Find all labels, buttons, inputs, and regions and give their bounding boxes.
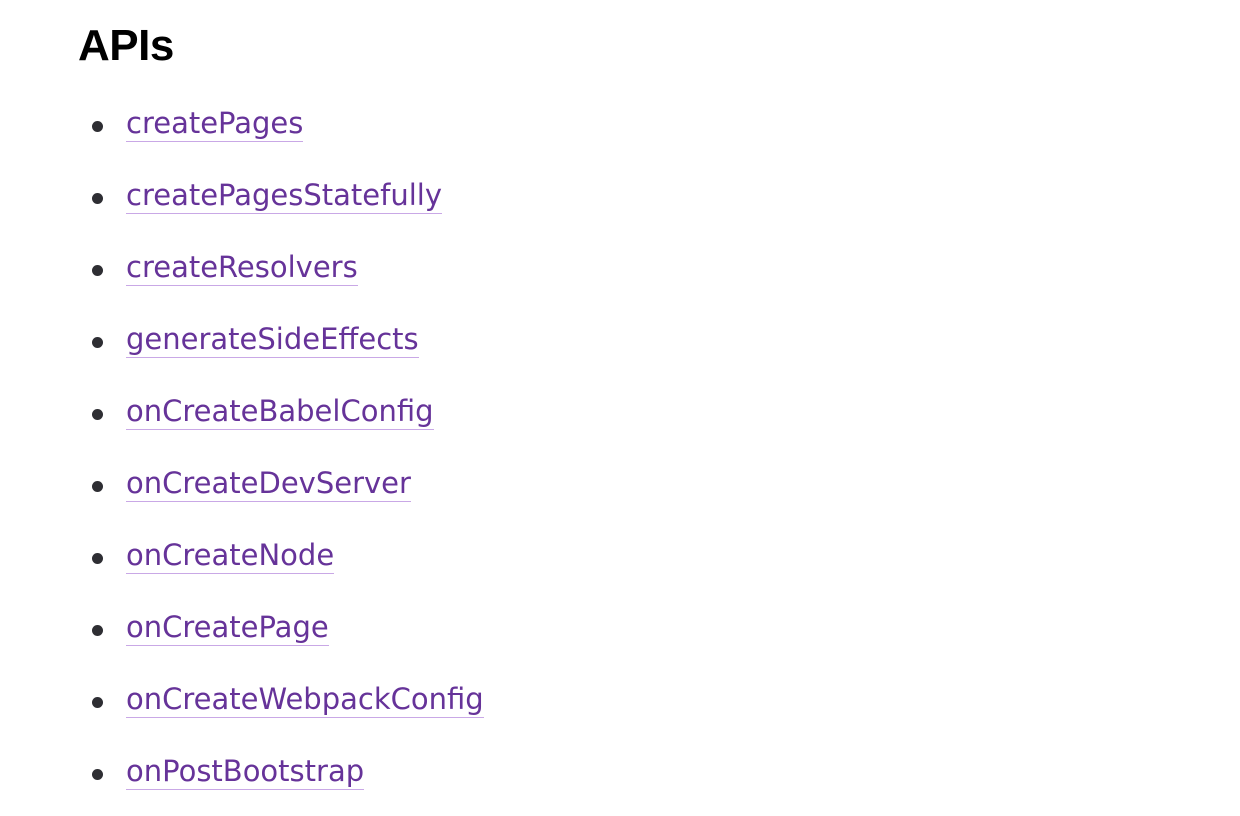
api-link-createpages[interactable]: createPages <box>126 106 304 142</box>
bullet-icon <box>92 409 103 420</box>
list-item: createResolvers <box>0 234 700 306</box>
api-link-oncreatebabelconfig[interactable]: onCreateBabelConfig <box>126 394 434 430</box>
bullet-icon <box>92 481 103 492</box>
bullet-icon <box>92 121 103 132</box>
bullet-icon <box>92 337 103 348</box>
list-item: onCreatePage <box>0 594 700 666</box>
api-link-createresolvers[interactable]: createResolvers <box>126 250 358 286</box>
bullet-icon <box>92 553 103 564</box>
api-link-generatesideeffects[interactable]: generateSideEffects <box>126 322 419 358</box>
api-list: createPages createPagesStatefully create… <box>0 90 700 810</box>
list-item: onCreateNode <box>0 522 700 594</box>
api-link-createpagesstatefully[interactable]: createPagesStatefully <box>126 178 442 214</box>
list-item: generateSideEffects <box>0 306 700 378</box>
bullet-icon <box>92 193 103 204</box>
page: APIs createPages createPagesStatefully c… <box>0 0 1240 816</box>
api-link-oncreatepage[interactable]: onCreatePage <box>126 610 329 646</box>
list-item: onCreateWebpackConfig <box>0 666 700 738</box>
list-item: createPages <box>0 90 700 162</box>
api-link-oncreatenode[interactable]: onCreateNode <box>126 538 335 574</box>
list-item: createPagesStatefully <box>0 162 700 234</box>
bullet-icon <box>92 769 103 780</box>
api-link-onpostbootstrap[interactable]: onPostBootstrap <box>126 754 365 790</box>
section-heading: APIs <box>78 21 174 70</box>
list-item: onCreateDevServer <box>0 450 700 522</box>
list-item: onCreateBabelConfig <box>0 378 700 450</box>
bullet-icon <box>92 265 103 276</box>
bullet-icon <box>92 697 103 708</box>
bullet-icon <box>92 625 103 636</box>
api-link-oncreatedevserver[interactable]: onCreateDevServer <box>126 466 411 502</box>
list-item: onPostBootstrap <box>0 738 700 810</box>
api-link-oncreatewebpackconfig[interactable]: onCreateWebpackConfig <box>126 682 484 718</box>
